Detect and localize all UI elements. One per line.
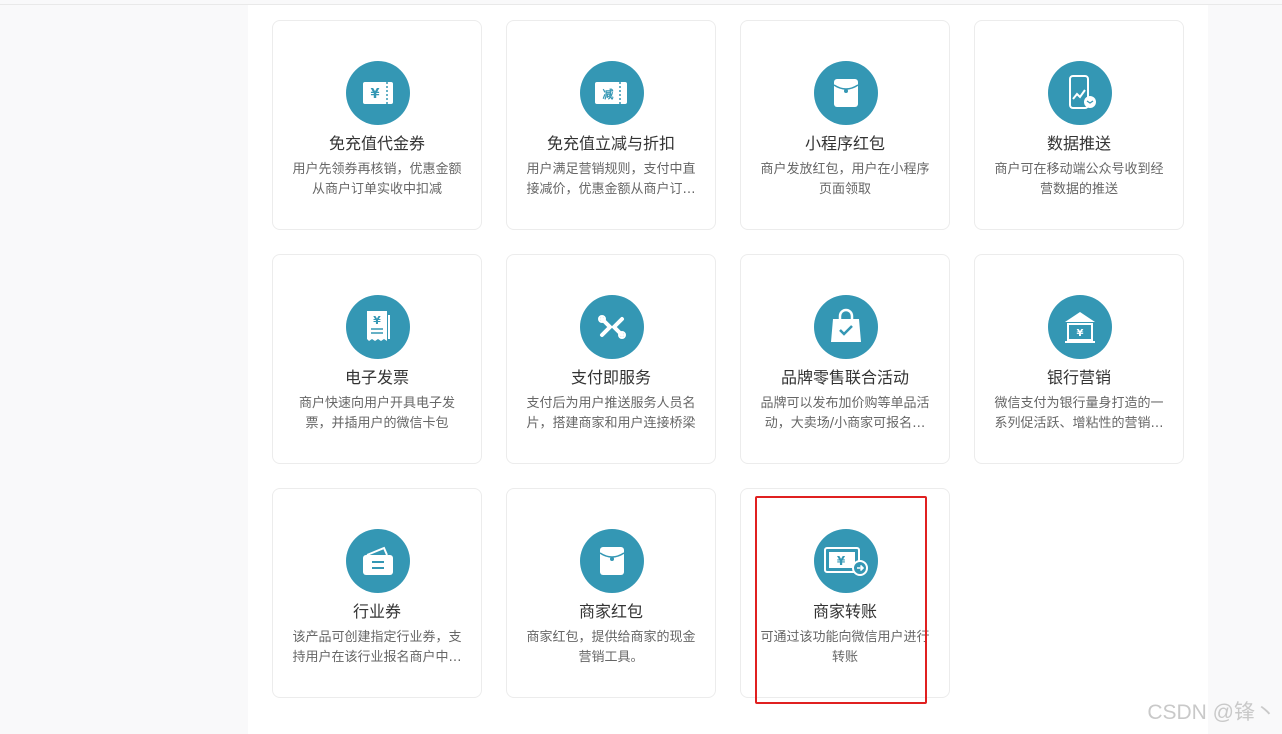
voucher-icon: ¥: [346, 61, 410, 125]
service-icon: [580, 295, 644, 359]
svg-text:¥: ¥: [1077, 328, 1084, 339]
svg-text:减: 减: [603, 87, 614, 101]
product-desc: 微信支付为银行量身打造的一系列促活跃、增粘性的营销工具: [994, 396, 1164, 431]
svg-text:¥: ¥: [373, 314, 381, 327]
product-title: 商家转账: [812, 602, 877, 621]
product-title: 支付即服务: [570, 368, 651, 387]
product-card-bank-marketing[interactable]: ¥ 银行营销 微信支付为银行量身打造的一系列促活跃、增粘性的营销工具: [974, 254, 1184, 464]
product-title: 电子发票: [344, 368, 409, 387]
data-push-icon: [1048, 61, 1112, 125]
product-card-industry-coupon[interactable]: 行业券 该产品可创建指定行业券，支持用户在该行业报名商户中使用: [272, 488, 482, 698]
transfer-icon: ¥: [814, 529, 878, 593]
product-card-brand-retail[interactable]: 品牌零售联合活动 品牌可以发布加价购等单品活动，大卖场/小商家可报名参与: [740, 254, 950, 464]
product-title: 小程序红包: [804, 134, 885, 153]
product-title: 品牌零售联合活动: [780, 368, 909, 387]
product-desc: 该产品可创建指定行业券，支持用户在该行业报名商户中使用: [292, 630, 462, 665]
product-desc: 商家红包，提供给商家的现金营销工具。: [526, 630, 696, 665]
product-desc: 商户快速向用户开具电子发票，并插用户的微信卡包: [298, 396, 455, 431]
shopping-bag-icon: [814, 295, 878, 359]
red-packet-icon: [580, 529, 644, 593]
page: ¥ 免充值代金券 用户先领券再核销，优惠金额从商户订单实收中扣减 减 免充值立减…: [0, 0, 1282, 734]
product-title: 免充值代金券: [328, 134, 425, 153]
product-card-invoice[interactable]: ¥ 电子发票 商户快速向用户开具电子发票，并插用户的微信卡包: [272, 254, 482, 464]
product-card-merchant-transfer[interactable]: ¥ 商家转账 可通过该功能向微信用户进行转账: [740, 488, 950, 698]
product-title: 数据推送: [1046, 134, 1111, 153]
product-grid: ¥ 免充值代金券 用户先领券再核销，优惠金额从商户订单实收中扣减 减 免充值立减…: [272, 20, 1184, 698]
invoice-icon: ¥: [346, 295, 410, 359]
product-card-discount[interactable]: 减 免充值立减与折扣 用户满足营销规则，支付中直接减价，优惠金额从商户订单实收中…: [506, 20, 716, 230]
product-desc: 可通过该功能向微信用户进行转账: [760, 630, 930, 665]
product-title: 行业券: [352, 602, 401, 621]
wallet-icon: [346, 529, 410, 593]
red-packet-icon: [814, 61, 878, 125]
watermark: CSDN @锋丶: [1147, 701, 1276, 724]
svg-text:¥: ¥: [837, 554, 846, 568]
product-desc: 用户满足营销规则，支付中直接减价，优惠金额从商户订单实收中扣减: [526, 162, 696, 197]
product-card-pay-service[interactable]: 支付即服务 支付后为用户推送服务人员名片，搭建商家和用户连接桥梁: [506, 254, 716, 464]
product-desc: 商户发放红包，用户在小程序页面领取: [760, 162, 930, 197]
product-card-data-push[interactable]: 数据推送 商户可在移动端公众号收到经营数据的推送: [974, 20, 1184, 230]
product-desc: 商户可在移动端公众号收到经营数据的推送: [994, 162, 1164, 197]
discount-icon: 减: [580, 61, 644, 125]
product-card-merchant-red-packet[interactable]: 商家红包 商家红包，提供给商家的现金营销工具。: [506, 488, 716, 698]
product-card-voucher[interactable]: ¥ 免充值代金券 用户先领券再核销，优惠金额从商户订单实收中扣减: [272, 20, 482, 230]
product-desc: 用户先领券再核销，优惠金额从商户订单实收中扣减: [292, 162, 462, 197]
product-desc: 支付后为用户推送服务人员名片，搭建商家和用户连接桥梁: [526, 396, 696, 431]
product-desc: 品牌可以发布加价购等单品活动，大卖场/小商家可报名参与: [760, 396, 930, 431]
product-title: 银行营销: [1046, 368, 1111, 387]
product-title: 商家红包: [578, 602, 643, 621]
product-title: 免充值立减与折扣: [546, 134, 675, 153]
svg-text:¥: ¥: [370, 87, 379, 102]
product-card-mini-program-red-packet[interactable]: 小程序红包 商户发放红包，用户在小程序页面领取: [740, 20, 950, 230]
bank-icon: ¥: [1048, 295, 1112, 359]
